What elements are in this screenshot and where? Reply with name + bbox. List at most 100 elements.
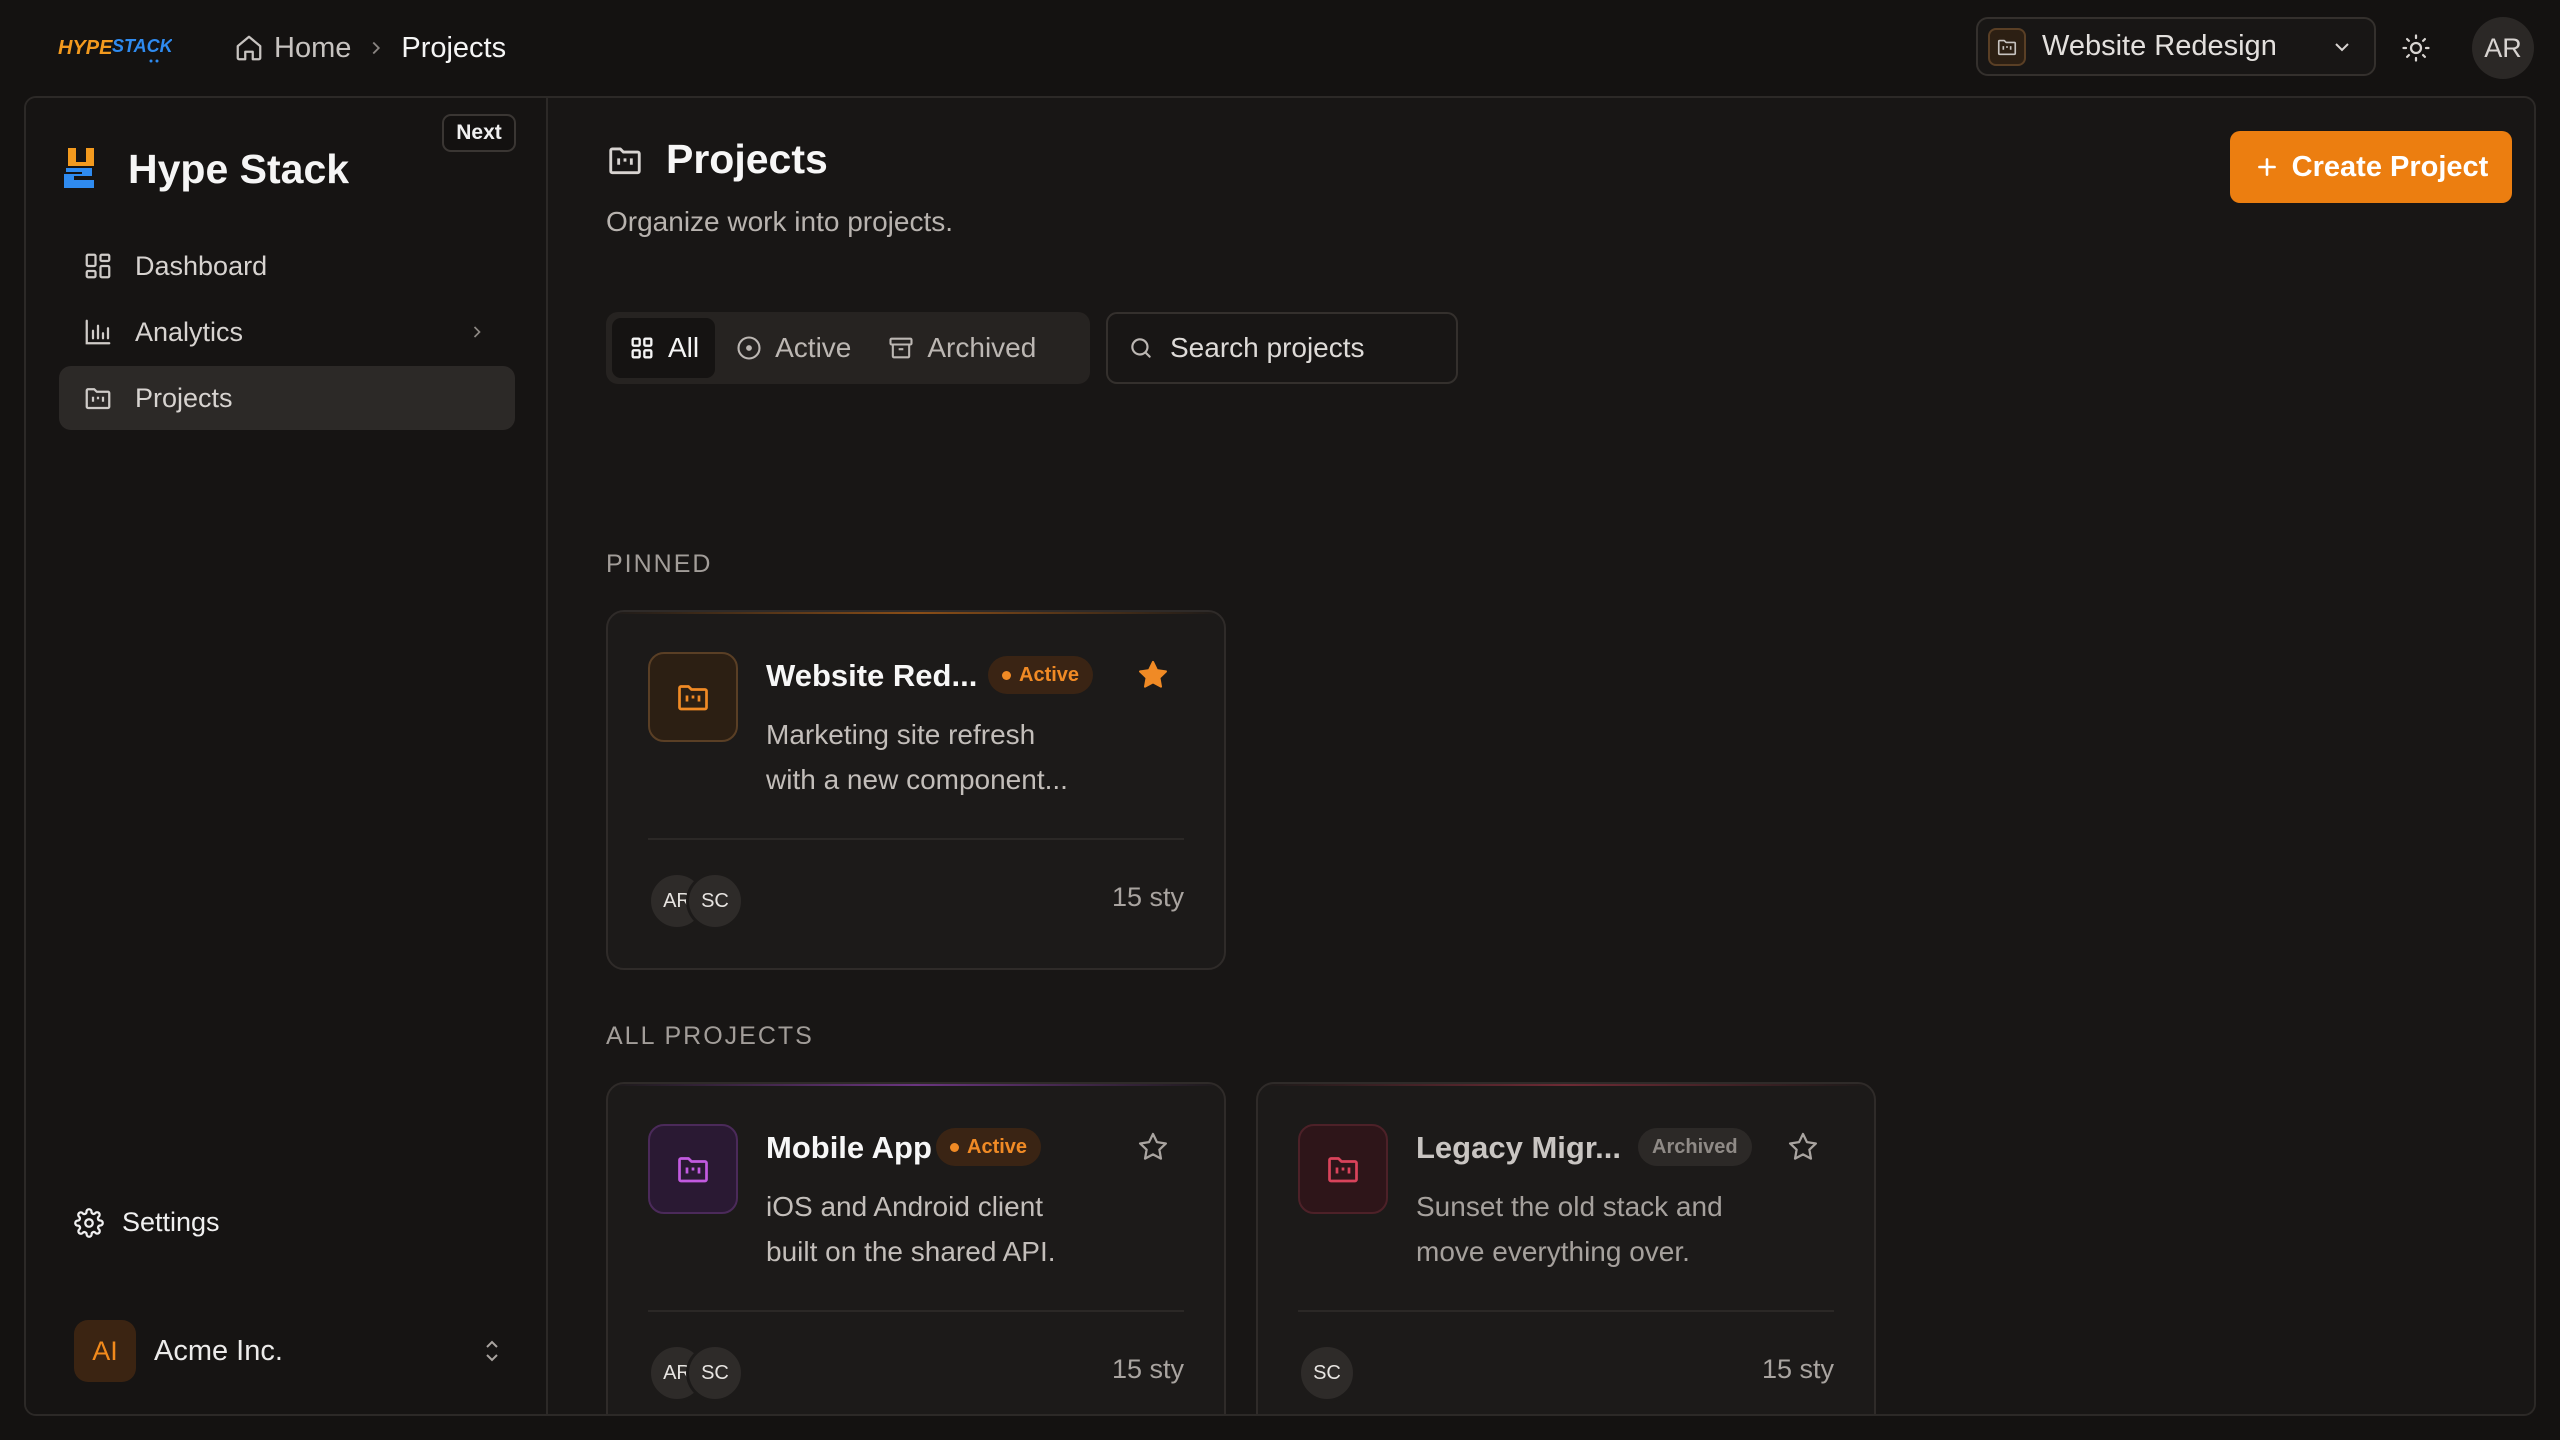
theme-toggle-button[interactable] xyxy=(2394,26,2438,70)
svg-text:STACK: STACK xyxy=(112,36,172,56)
svg-text:HYPE: HYPE xyxy=(58,37,113,59)
status-badge: Archived xyxy=(1638,1128,1752,1166)
card-accent-line xyxy=(608,1084,1224,1086)
pinned-section-label: PINNED xyxy=(606,550,713,578)
all-projects-section-label: ALL PROJECTS xyxy=(606,1022,814,1050)
tab-label: Active xyxy=(775,332,852,363)
avatar: SC xyxy=(686,1344,744,1402)
sidebar-item-projects[interactable]: Projects xyxy=(59,366,515,430)
status-filter-tabs: All Active Archived xyxy=(606,312,1090,384)
project-switcher[interactable]: Website Redesign xyxy=(1976,17,2376,76)
card-divider xyxy=(648,838,1184,840)
status-badge: Active xyxy=(988,656,1094,694)
tab-all[interactable]: All xyxy=(612,318,716,378)
bar-chart-icon xyxy=(83,317,113,347)
chevron-right-icon xyxy=(467,322,487,342)
hype-stack-logo[interactable]: HYPE STACK xyxy=(56,30,172,64)
sidebar-title: Hype Stack xyxy=(128,146,350,192)
sidebar-item-label: Analytics xyxy=(135,316,244,347)
create-project-label: Create Project xyxy=(2291,150,2489,183)
sidebar-item-label: Projects xyxy=(135,382,233,413)
folder-kanban-icon xyxy=(1988,27,2026,66)
breadcrumb-home-label: Home xyxy=(274,31,352,64)
sun-icon xyxy=(2401,33,2431,63)
sidebar-nav: Dashboard Analytics Projects xyxy=(59,234,515,432)
main-content: Projects Organize work into projects. Cr… xyxy=(550,98,2534,1414)
project-card-mobile-app[interactable]: Mobile App Active iOS and Android client… xyxy=(606,1082,1226,1414)
story-count: 15 sty xyxy=(1111,882,1184,912)
member-avatars: AR SC xyxy=(648,1344,744,1402)
folder-kanban-icon xyxy=(1325,1151,1361,1187)
avatar: SC xyxy=(686,872,744,930)
circle-dot-icon xyxy=(735,334,763,362)
star-icon[interactable] xyxy=(1786,1130,1820,1164)
status-dot xyxy=(950,1142,959,1152)
sidebar: Next Hype Stack Dashboard Analytics Proj… xyxy=(26,98,548,1414)
page-header: Projects xyxy=(606,136,828,183)
project-icon-tile xyxy=(648,1124,738,1214)
search-input[interactable] xyxy=(1170,332,1440,364)
tab-label: All xyxy=(668,332,700,363)
story-count: 15 sty xyxy=(1111,1354,1184,1384)
gear-icon xyxy=(74,1207,104,1238)
card-accent-line xyxy=(608,612,1224,614)
org-switcher[interactable]: AI Acme Inc. xyxy=(74,1319,528,1383)
folder-kanban-icon xyxy=(606,141,644,179)
org-name: Acme Inc. xyxy=(154,1334,283,1367)
plus-icon xyxy=(2254,154,2280,180)
sidebar-item-label: Dashboard xyxy=(135,250,268,281)
card-divider xyxy=(648,1310,1184,1312)
star-icon[interactable] xyxy=(1136,1130,1170,1164)
create-project-button[interactable]: Create Project xyxy=(2230,131,2512,203)
status-label: Active xyxy=(967,1135,1028,1158)
app-frame: Next Hype Stack Dashboard Analytics Proj… xyxy=(24,96,2536,1416)
breadcrumb-current: Projects xyxy=(401,31,507,64)
star-icon[interactable] xyxy=(1136,658,1170,692)
card-divider xyxy=(1298,1310,1834,1312)
status-badge: Active xyxy=(936,1128,1042,1166)
project-icon-tile xyxy=(648,652,738,742)
tab-active[interactable]: Active xyxy=(719,318,867,378)
sidebar-item-dashboard[interactable]: Dashboard xyxy=(59,234,515,298)
top-bar: HYPE STACK Home Projects Website Redesig… xyxy=(0,0,2560,96)
project-description: Marketing site refresh with a new compon… xyxy=(766,719,1068,795)
grid-icon xyxy=(628,334,656,362)
member-avatars: AR SC xyxy=(648,872,744,930)
status-label: Active xyxy=(1019,663,1080,686)
card-accent-line xyxy=(1258,1084,1874,1086)
status-dot xyxy=(1002,670,1011,680)
project-card-website-redesign[interactable]: Website Red... Active Marketing site ref… xyxy=(606,610,1226,970)
page-subtitle: Organize work into projects. xyxy=(606,206,954,237)
user-avatar[interactable]: AR xyxy=(2472,17,2534,79)
home-icon xyxy=(234,33,264,63)
breadcrumb-home-link[interactable]: Home xyxy=(234,32,351,65)
project-card-legacy-migration[interactable]: Legacy Migr... Archived Sunset the old s… xyxy=(1256,1082,1876,1414)
org-avatar: AI xyxy=(74,1320,136,1382)
project-description: iOS and Android client built on the shar… xyxy=(766,1191,1056,1267)
member-avatars: SC xyxy=(1298,1344,1356,1402)
hype-stack-mark-icon xyxy=(62,144,102,190)
project-switcher-label: Website Redesign xyxy=(2042,30,2277,62)
story-count: 15 sty xyxy=(1761,1354,1834,1384)
search-field[interactable] xyxy=(1106,312,1458,384)
tab-archived[interactable]: Archived xyxy=(871,318,1052,378)
folder-kanban-icon xyxy=(675,1151,711,1187)
project-name: Legacy Migr... xyxy=(1416,1130,1622,1165)
project-description: Sunset the old stack and move everything… xyxy=(1416,1191,1723,1267)
sidebar-item-analytics[interactable]: Analytics xyxy=(59,300,515,364)
chevron-down-icon xyxy=(2330,35,2354,59)
breadcrumb: Home Projects xyxy=(234,28,506,68)
chevron-right-icon xyxy=(365,37,387,59)
version-badge: Next xyxy=(442,114,516,152)
settings-link[interactable]: Settings xyxy=(74,1207,220,1238)
project-icon-tile xyxy=(1298,1124,1388,1214)
archive-icon xyxy=(887,334,915,362)
page-title: Projects xyxy=(666,136,828,182)
avatar: SC xyxy=(1298,1344,1356,1402)
tab-label: Archived xyxy=(927,332,1037,363)
folder-kanban-icon xyxy=(675,679,711,715)
project-name: Website Red... xyxy=(766,658,978,693)
folder-kanban-icon xyxy=(83,383,113,413)
chevrons-up-down-icon xyxy=(480,1336,504,1366)
status-label: Archived xyxy=(1652,1135,1738,1158)
